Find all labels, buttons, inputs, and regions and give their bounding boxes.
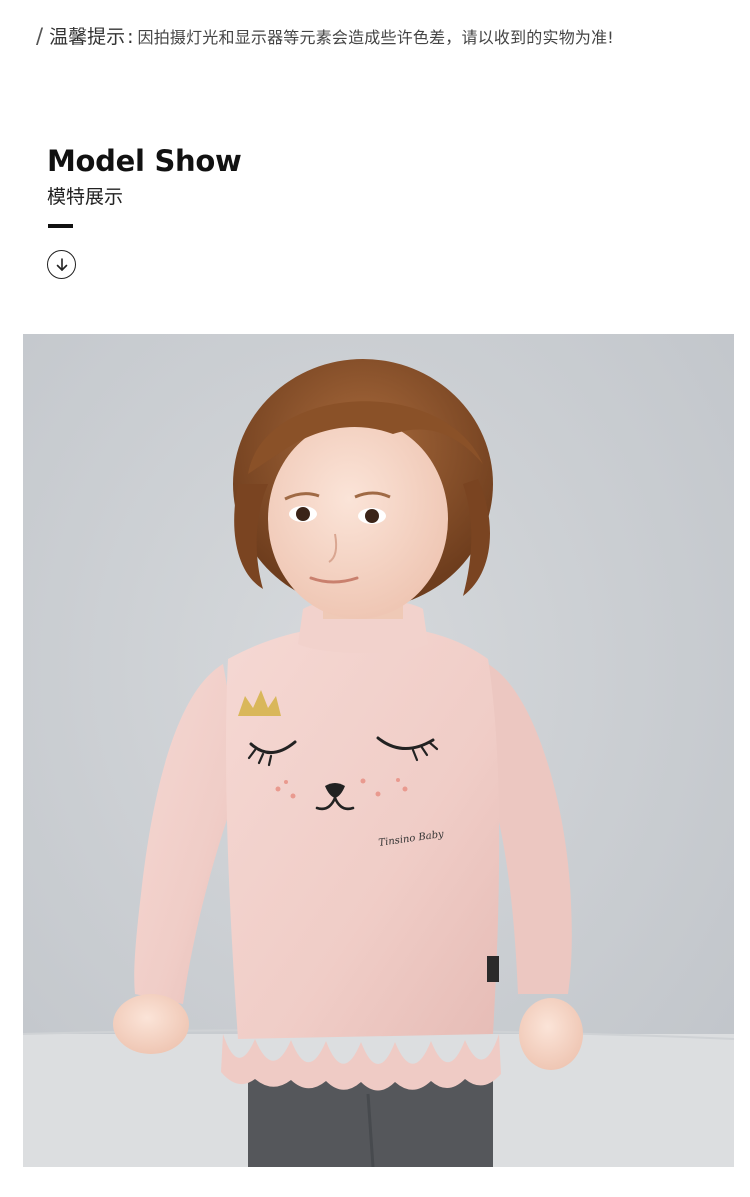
scroll-down-button[interactable] (47, 250, 76, 279)
notice-text: 因拍摄灯光和显示器等元素会造成些许色差，请以收到的实物为准! (137, 28, 614, 47)
color-notice: / 温馨提示 : 因拍摄灯光和显示器等元素会造成些许色差，请以收到的实物为准! (36, 22, 614, 50)
section-title-cn: 模特展示 (47, 186, 124, 208)
notice-colon: : (127, 26, 134, 48)
notice-label: 温馨提示 (49, 26, 126, 48)
notice-slash: / (36, 24, 44, 48)
model-photo: Tinsino Baby (23, 334, 734, 1167)
section-title-en: Model Show (47, 144, 242, 178)
title-underline (48, 224, 73, 228)
arrow-down-circle-icon (56, 257, 67, 271)
